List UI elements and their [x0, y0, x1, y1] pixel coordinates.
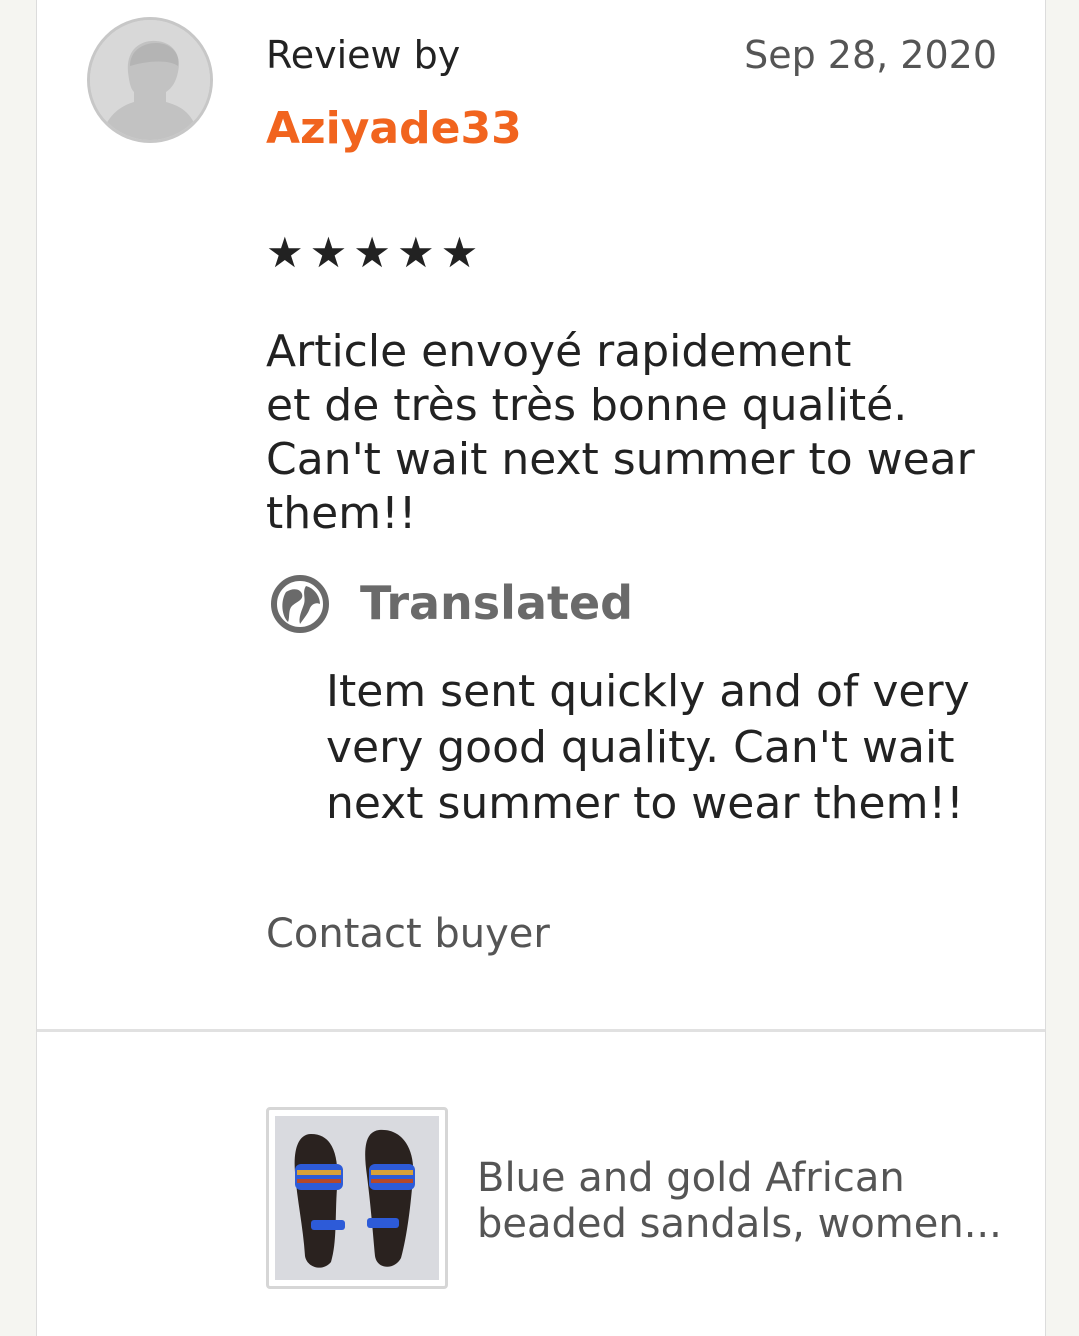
review-text: Article envoyé rapidement et de très trè… — [266, 326, 975, 539]
review-date: Sep 28, 2020 — [744, 33, 997, 77]
translated-label: Translated — [360, 576, 634, 630]
review-by-label: Review by — [266, 33, 461, 77]
listing-thumbnail[interactable] — [266, 1107, 448, 1289]
translated-review-text: Item sent quickly and of very very good … — [326, 666, 970, 829]
reviewer-avatar[interactable] — [87, 17, 213, 143]
default-avatar-icon — [90, 20, 210, 140]
reviewer-name-link[interactable]: Aziyade33 — [266, 103, 522, 154]
review-card: Review by Sep 28, 2020 Aziyade33 ★★★★★ A… — [36, 0, 1046, 1336]
star-rating: ★★★★★ — [266, 228, 485, 277]
globe-icon — [271, 575, 329, 633]
sandals-product-image — [275, 1116, 439, 1280]
listing-title-link[interactable]: Blue and gold African beaded sandals, wo… — [477, 1155, 1017, 1247]
contact-buyer-link[interactable]: Contact buyer — [266, 911, 550, 957]
section-divider — [37, 1029, 1045, 1032]
